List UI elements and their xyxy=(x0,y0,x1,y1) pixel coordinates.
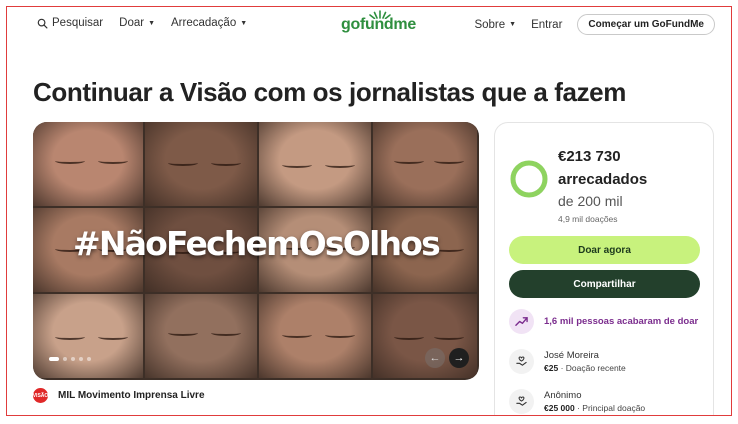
carousel-dots[interactable] xyxy=(49,357,91,361)
donation-hand-icon xyxy=(509,389,534,414)
trending-up-icon xyxy=(509,309,534,334)
fundraising-menu-label: Arrecadação xyxy=(171,17,237,29)
closed-eye xyxy=(325,162,356,169)
page-frame: Pesquisar Doar ▼ Arrecadação ▼ gofundme xyxy=(6,6,732,416)
donate-now-button[interactable]: Doar agora xyxy=(509,236,700,264)
progress-ring xyxy=(510,160,548,198)
closed-eye xyxy=(167,330,198,337)
closed-eye xyxy=(281,332,312,339)
donation-card: €213 730 arrecadados de 200 mil 4,9 mil … xyxy=(494,122,714,415)
face-photo-tile xyxy=(33,294,143,378)
chevron-down-icon: ▼ xyxy=(509,21,517,28)
donor-detail: €25 000 · Principal doação xyxy=(544,403,645,413)
closed-eye xyxy=(211,330,242,337)
closed-eye xyxy=(394,158,425,165)
chevron-down-icon: ▼ xyxy=(240,19,248,27)
arrow-right-icon: → xyxy=(453,352,465,364)
closed-eye xyxy=(434,158,465,165)
donation-count: 4,9 mil doações xyxy=(558,214,618,224)
carousel-dot-active[interactable] xyxy=(49,357,59,361)
chevron-down-icon: ▼ xyxy=(148,19,156,27)
closed-eye xyxy=(97,158,128,165)
start-gofundme-button[interactable]: Começar um GoFundMe xyxy=(577,14,715,35)
page-title: Continuar a Visão com os jornalistas que… xyxy=(33,77,626,107)
donor-amount: €25 xyxy=(544,363,559,373)
closed-eye xyxy=(434,334,465,341)
face-photo-tile xyxy=(259,122,371,206)
gofundme-logo[interactable]: gofundme xyxy=(341,16,416,34)
donor-amount: €25 000 xyxy=(544,403,575,413)
progress-ring-fill xyxy=(510,160,548,198)
carousel-dot[interactable] xyxy=(87,357,91,361)
organizer-logo: VISÃO xyxy=(33,388,48,403)
face-photo-tile xyxy=(259,294,371,378)
carousel-dot[interactable] xyxy=(71,357,75,361)
arrow-left-icon: ← xyxy=(429,352,441,364)
closed-eye xyxy=(97,334,128,341)
face-photo-tile xyxy=(373,122,477,206)
closed-eye xyxy=(394,334,425,341)
nav-left: Pesquisar Doar ▼ Arrecadação ▼ xyxy=(37,17,247,29)
donate-menu[interactable]: Doar ▼ xyxy=(119,17,155,29)
closed-eye xyxy=(325,332,356,339)
closed-eye xyxy=(211,160,242,167)
donor-item: Anônimo €25 000 · Principal doação xyxy=(509,389,645,414)
hero-hashtag: #NãoFechemOsOlhos xyxy=(73,224,441,263)
carousel-prev-button[interactable]: ← xyxy=(425,348,445,368)
face-photo-tile xyxy=(145,294,257,378)
about-menu-label: Sobre xyxy=(474,18,506,31)
amount-raised: €213 730 xyxy=(558,148,621,165)
nav-right: Sobre ▼ Entrar Começar um GoFundMe xyxy=(474,14,715,35)
hero-image-carousel[interactable]: #NãoFechemOsOlhos ← → xyxy=(33,122,479,380)
share-button[interactable]: Compartilhar xyxy=(509,270,700,298)
donor-name: José Moreira xyxy=(544,350,599,361)
donor-type: · Principal doação xyxy=(577,403,646,413)
carousel-dot[interactable] xyxy=(63,357,67,361)
login-link[interactable]: Entrar xyxy=(531,19,562,31)
recent-activity[interactable]: 1,6 mil pessoas acabaram de doar xyxy=(509,309,698,334)
about-menu[interactable]: Sobre ▼ xyxy=(474,19,516,31)
donate-menu-label: Doar xyxy=(119,17,145,29)
recent-activity-text: 1,6 mil pessoas acabaram de doar xyxy=(544,316,699,327)
closed-eye xyxy=(55,334,86,341)
donor-detail: €25 · Doação recente xyxy=(544,363,626,373)
donor-item: José Moreira €25 · Doação recente xyxy=(509,349,626,374)
face-photo-tile xyxy=(33,122,143,206)
organizer[interactable]: VISÃO MIL Movimento Imprensa Livre xyxy=(33,388,205,403)
closed-eye xyxy=(55,158,86,165)
organizer-name[interactable]: MIL Movimento Imprensa Livre xyxy=(58,390,205,401)
carousel-next-button[interactable]: → xyxy=(449,348,469,368)
fundraising-menu[interactable]: Arrecadação ▼ xyxy=(171,17,247,29)
search-label: Pesquisar xyxy=(52,17,104,29)
donation-hand-icon xyxy=(509,349,534,374)
donor-name: Anônimo xyxy=(544,390,582,401)
closed-eye xyxy=(167,160,198,167)
search-icon xyxy=(37,18,48,28)
goal-amount: de 200 mil xyxy=(558,193,623,209)
site-header: Pesquisar Doar ▼ Arrecadação ▼ gofundme xyxy=(7,7,731,41)
donor-type: · Doação recente xyxy=(560,363,626,373)
face-photo-tile xyxy=(145,122,257,206)
carousel-dot[interactable] xyxy=(79,357,83,361)
raised-label: arrecadados xyxy=(558,171,648,188)
closed-eye xyxy=(281,162,312,169)
search-link[interactable]: Pesquisar xyxy=(37,17,103,29)
